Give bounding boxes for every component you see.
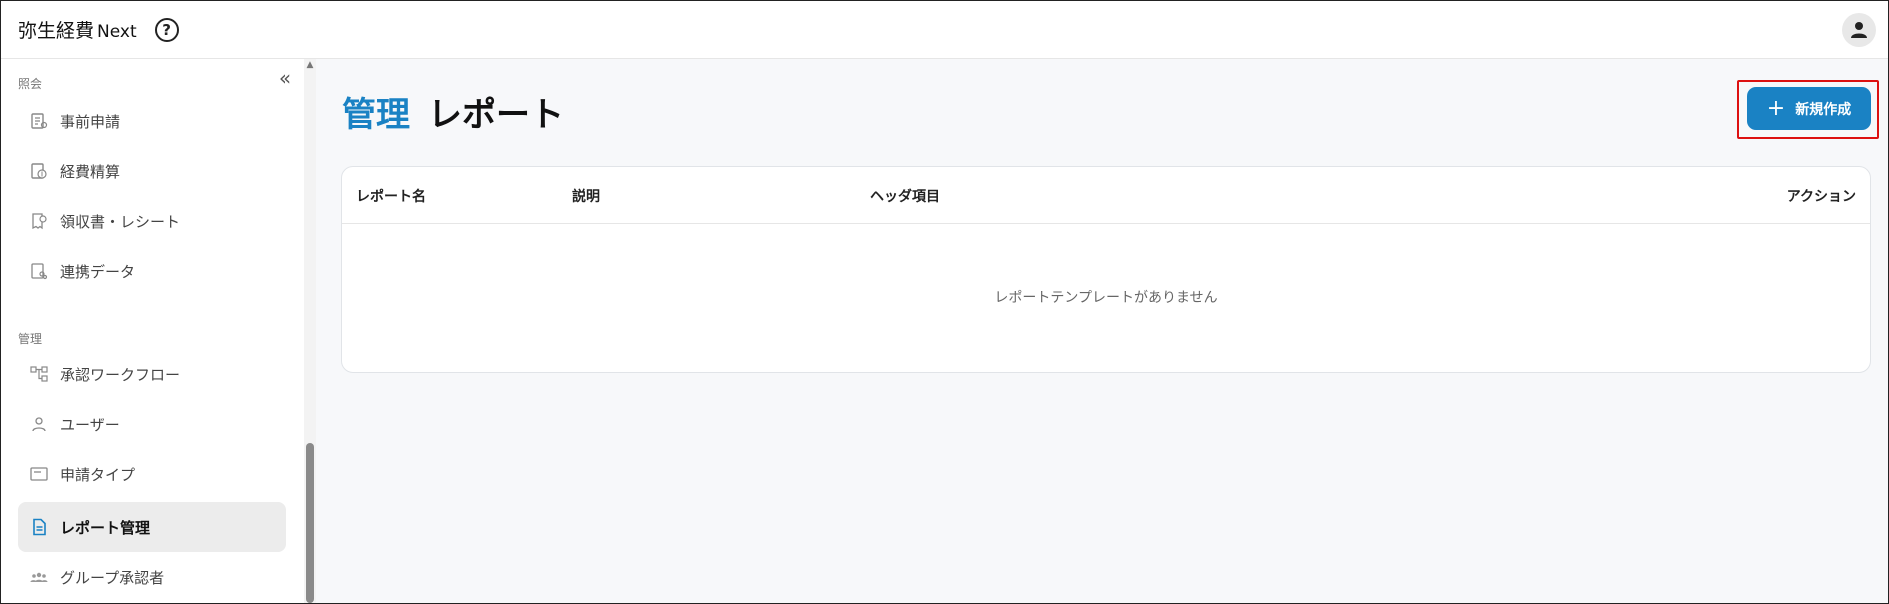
brand-suffix: Next: [97, 22, 137, 42]
sidebar-item-label: ユーザー: [60, 415, 120, 434]
app-header: 弥生経費 Next ?: [1, 1, 1888, 59]
sidebar-item-label: グループ承認者: [60, 568, 165, 587]
sidebar-item-label: 経費精算: [60, 162, 121, 181]
sidebar-item-group-approver[interactable]: グループ承認者: [18, 552, 286, 602]
sidebar-item-pre-application[interactable]: 事前申請: [18, 96, 286, 146]
expense-settlement-icon: [30, 162, 48, 180]
help-circle-icon[interactable]: ?: [154, 17, 179, 42]
pre-application-icon: [30, 112, 48, 130]
collapse-sidebar-icon[interactable]: «: [275, 68, 295, 89]
sidebar-item-label: 事前申請: [60, 112, 121, 131]
brand-name: 弥生経費: [18, 20, 95, 42]
group-icon: [30, 568, 48, 586]
sidebar-item-users[interactable]: ユーザー: [18, 399, 286, 449]
main-content: 管理 レポート + 新規作成 レポート名 説明 ヘッダ項目 アクション レポート…: [316, 59, 1888, 603]
sidebar-item-application-type[interactable]: 申請タイプ: [18, 449, 286, 499]
sidebar-item-label: 承認ワークフロー: [60, 365, 181, 384]
sidebar-item-label: 領収書・レシート: [60, 212, 181, 231]
sidebar-item-linked-data[interactable]: 連携データ: [18, 246, 286, 296]
app-brand[interactable]: 弥生経費 Next: [18, 16, 137, 43]
column-header-header-items: ヘッダ項目: [870, 189, 940, 205]
sidebar: « 照会 事前申請 経費精算 領収書・レシート 連携データ 管理 承認ワークフロ…: [1, 59, 316, 603]
sidebar-item-report-management[interactable]: レポート管理: [18, 502, 286, 552]
report-table: レポート名 説明 ヘッダ項目 アクション レポートテンプレートがありません: [341, 166, 1871, 373]
receipt-icon: [30, 212, 48, 230]
section-label-admin: 管理: [18, 332, 43, 346]
table-header: レポート名 説明 ヘッダ項目 アクション: [342, 167, 1870, 224]
sidebar-item-expense-settlement[interactable]: 経費精算: [18, 146, 286, 196]
page-title-current: レポート: [428, 95, 564, 135]
column-header-description: 説明: [572, 189, 600, 205]
sidebar-item-label: 申請タイプ: [60, 465, 136, 484]
sidebar-item-label: レポート管理: [60, 518, 151, 537]
plus-icon: +: [1766, 95, 1786, 121]
new-create-button[interactable]: + 新規作成: [1747, 87, 1871, 130]
user-icon: [30, 415, 48, 433]
linked-data-icon: [30, 262, 48, 280]
sidebar-item-label: 連携データ: [60, 262, 136, 281]
sidebar-item-receipt[interactable]: 領収書・レシート: [18, 196, 286, 246]
page-title: 管理 レポート: [342, 87, 564, 136]
scroll-up-arrow-icon[interactable]: ▲: [304, 59, 316, 71]
document-icon: [30, 518, 48, 536]
sidebar-scroll-thumb[interactable]: [306, 443, 314, 603]
new-create-label: 新規作成: [1795, 101, 1852, 118]
workflow-icon: [30, 365, 48, 383]
person-icon: [1851, 22, 1867, 38]
sidebar-item-approval-workflow[interactable]: 承認ワークフロー: [18, 349, 286, 399]
column-header-actions: アクション: [1786, 189, 1856, 205]
user-avatar[interactable]: [1842, 13, 1876, 47]
application-type-icon: [30, 465, 48, 483]
breadcrumb-admin[interactable]: 管理: [342, 87, 410, 136]
section-label-inquiry: 照会: [18, 77, 43, 91]
empty-state-message: レポートテンプレートがありません: [994, 290, 1218, 306]
column-header-report-name: レポート名: [356, 189, 426, 205]
